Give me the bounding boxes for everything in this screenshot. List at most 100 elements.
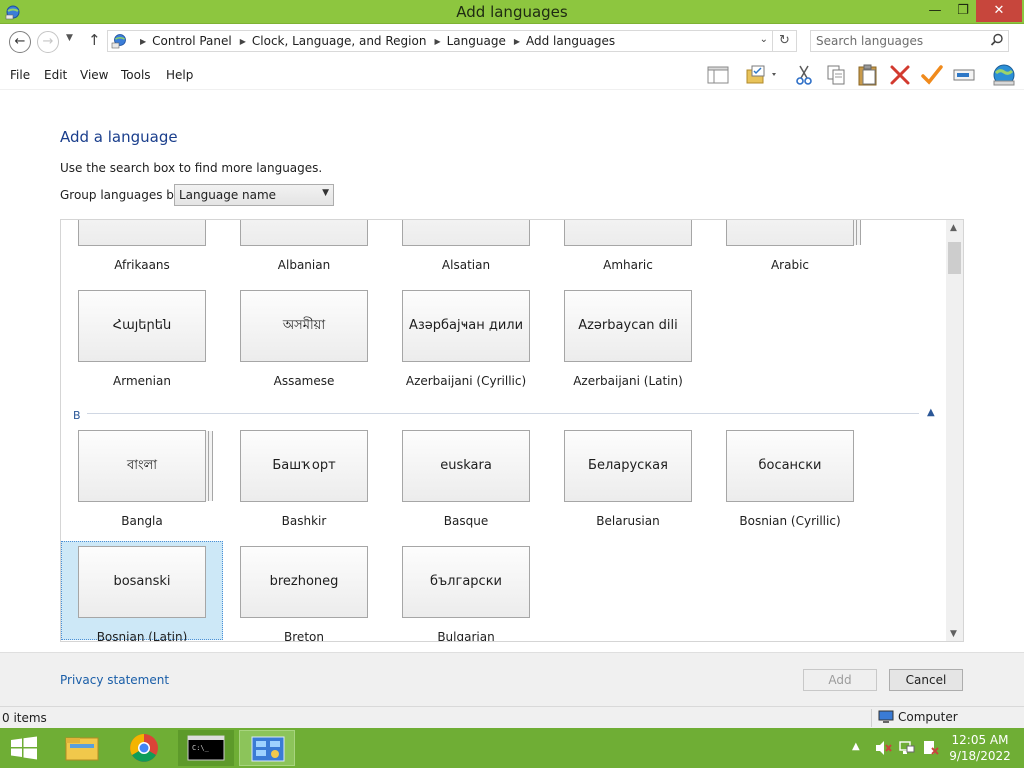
chevron-right-icon: ▶: [140, 36, 147, 46]
language-name-label: Azerbaijani (Cyrillic): [405, 374, 527, 388]
language-name-label: Bosnian (Latin): [96, 630, 188, 642]
control-panel-icon: [251, 736, 285, 762]
breadcrumb-clock-language-region[interactable]: Clock, Language, and Region: [252, 34, 427, 48]
language-name-label: Arabic: [770, 258, 810, 272]
breadcrumb-language[interactable]: Language: [447, 34, 506, 48]
language-native-label: euskara: [402, 430, 530, 502]
search-box[interactable]: [810, 30, 1009, 52]
language-native-label: Башҡорт: [240, 430, 368, 502]
group-header-b: B: [73, 409, 81, 422]
chevron-right-icon[interactable]: ▶: [434, 37, 440, 46]
group-by-label: Group languages by:: [60, 188, 185, 202]
language-name-label: Alsatian: [441, 258, 491, 272]
location-label: Computer: [898, 710, 958, 724]
arrow-right-icon: →: [42, 34, 54, 49]
arrow-up-icon: ↑: [88, 31, 101, 49]
chevron-right-icon[interactable]: ▶: [240, 37, 246, 46]
language-name-label: Basque: [443, 514, 489, 528]
chevron-down-icon: ▼: [322, 188, 329, 198]
language-native-label: босански: [726, 430, 854, 502]
chevron-right-icon[interactable]: ▶: [514, 37, 520, 46]
delete-icon[interactable]: [888, 64, 912, 86]
scroll-up-icon[interactable]: ▲: [950, 223, 957, 233]
rename-icon[interactable]: [952, 64, 976, 86]
taskbar-chrome[interactable]: [116, 730, 172, 766]
show-hidden-icons[interactable]: ▲: [852, 741, 860, 768]
group-by-select[interactable]: Language name ▼: [174, 184, 334, 206]
language-native-label: [564, 220, 692, 246]
close-button[interactable]: ✕: [976, 0, 1022, 22]
search-icon[interactable]: [990, 33, 1004, 47]
control-panel-icon: [111, 34, 126, 49]
clock-time: 12:05 AM: [951, 733, 1009, 747]
layout-icon[interactable]: [706, 64, 730, 86]
windows-start-icon[interactable]: [10, 736, 38, 760]
taskbar-control-panel[interactable]: [239, 730, 295, 766]
language-native-label: Азәрбајҹан дили: [402, 290, 530, 362]
language-native-label: bosanski: [78, 546, 206, 618]
globe-icon[interactable]: [990, 64, 1018, 86]
clock-date: 9/18/2022: [949, 749, 1011, 763]
vertical-scrollbar[interactable]: ▲ ▼: [946, 220, 963, 641]
svg-text:C:\_: C:\_: [192, 744, 210, 752]
command-prompt-icon: C:\_: [187, 735, 225, 761]
language-native-label: [402, 220, 530, 246]
add-button[interactable]: Add: [803, 669, 877, 691]
language-name-label: Breton: [284, 630, 324, 642]
search-input[interactable]: [811, 31, 981, 51]
check-icon[interactable]: [920, 64, 944, 86]
back-button[interactable]: ←: [9, 31, 31, 53]
group-by-value: Language name: [179, 188, 277, 202]
properties-folder-icon[interactable]: [744, 64, 780, 86]
volume-muted-icon[interactable]: [874, 740, 892, 756]
menu-edit[interactable]: Edit: [44, 68, 67, 82]
menu-tools[interactable]: Tools: [121, 68, 151, 82]
address-row: ← → ▼ ↑ ▶ Control Panel ▶ Clock, Languag…: [0, 24, 1024, 60]
scroll-down-icon[interactable]: ▼: [950, 629, 957, 639]
maximize-button[interactable]: ❐: [948, 0, 978, 22]
privacy-statement-link[interactable]: Privacy statement: [60, 673, 169, 687]
cut-icon[interactable]: [792, 64, 816, 86]
file-explorer-icon: [65, 737, 99, 761]
forward-button[interactable]: →: [37, 31, 59, 53]
page-title: Add a language: [60, 128, 178, 146]
language-native-label: [240, 220, 368, 246]
taskbar-file-explorer[interactable]: [54, 730, 110, 766]
computer-icon: [878, 710, 894, 723]
title-bar: Add languages — ❐ ✕: [0, 0, 1024, 24]
menu-file[interactable]: File: [10, 68, 30, 82]
collapse-group-icon[interactable]: ▲: [927, 407, 935, 418]
paste-icon[interactable]: [856, 64, 880, 86]
window-title: Add languages: [456, 3, 568, 21]
action-center-icon[interactable]: [922, 740, 940, 756]
address-dropdown-icon[interactable]: ⌄: [760, 34, 768, 45]
cancel-button[interactable]: Cancel: [889, 669, 963, 691]
language-name-label: Azerbaijani (Latin): [573, 374, 683, 388]
address-bar[interactable]: ▶ Control Panel ▶ Clock, Language, and R…: [107, 30, 773, 52]
language-list[interactable]: Afrikaans Albanian Alsatian Amharic Arab…: [60, 219, 964, 642]
refresh-button[interactable]: ↻: [773, 30, 797, 52]
minimize-button[interactable]: —: [920, 0, 950, 22]
language-name-label: Armenian: [113, 374, 171, 388]
up-button[interactable]: ↑: [88, 31, 101, 49]
status-divider: [871, 709, 872, 727]
language-name-label: Bashkir: [281, 514, 327, 528]
recent-locations-dropdown[interactable]: ▼: [66, 33, 73, 43]
language-native-label: Azərbaycan dili: [564, 290, 692, 362]
refresh-icon: ↻: [779, 33, 790, 48]
language-native-label: বাংলা: [78, 430, 206, 502]
language-name-label: Afrikaans: [114, 258, 170, 272]
scrollbar-thumb[interactable]: [948, 242, 961, 274]
menu-help[interactable]: Help: [166, 68, 193, 82]
taskbar-command-prompt[interactable]: C:\_: [178, 730, 234, 766]
menu-view[interactable]: View: [80, 68, 108, 82]
language-native-label: [78, 220, 206, 246]
system-clock[interactable]: 12:05 AM 9/18/2022: [948, 732, 1012, 764]
breadcrumb-add-languages[interactable]: Add languages: [526, 34, 615, 48]
breadcrumb-control-panel[interactable]: Control Panel: [152, 34, 232, 48]
language-name-label: Amharic: [603, 258, 653, 272]
copy-icon[interactable]: [824, 64, 848, 86]
network-icon[interactable]: [898, 740, 916, 756]
breadcrumb: ▶ Control Panel ▶ Clock, Language, and R…: [132, 34, 615, 48]
item-count: 0 items: [2, 711, 47, 725]
